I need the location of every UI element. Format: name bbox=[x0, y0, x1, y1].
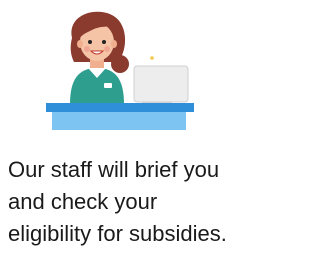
cheek-left bbox=[84, 46, 90, 52]
monitor bbox=[133, 65, 189, 103]
caption-line-1: Our staff will brief you bbox=[8, 157, 220, 182]
caption-line-3: eligibility for subsidies. bbox=[8, 221, 227, 246]
cheek-right bbox=[104, 46, 110, 52]
eye-left bbox=[88, 40, 92, 44]
ear-right bbox=[111, 40, 117, 48]
hair-bun bbox=[111, 55, 129, 73]
info-card: Our staff will brief you and check your … bbox=[0, 0, 276, 257]
ear-left bbox=[77, 40, 83, 48]
receptionist-at-desk-icon bbox=[46, 11, 194, 130]
desk-top bbox=[46, 103, 194, 112]
eye-right bbox=[102, 40, 106, 44]
caption-line-2: and check your bbox=[8, 189, 158, 214]
desk-front bbox=[52, 112, 186, 130]
name-badge bbox=[104, 83, 112, 88]
caption-text: Our staff will brief you and check your … bbox=[8, 154, 274, 250]
sparkle bbox=[150, 56, 154, 60]
